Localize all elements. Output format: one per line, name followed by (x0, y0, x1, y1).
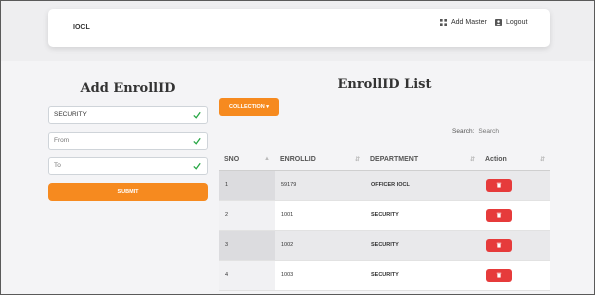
enrollid-list-title: EnrollID List (337, 77, 432, 92)
column-header-enrollid[interactable]: ENROLLID ⇵ (275, 149, 365, 171)
brand-logo[interactable]: IOCL (73, 24, 90, 31)
department-value: SECURITY (54, 111, 87, 118)
cell-enrollid: 59179 (275, 170, 365, 201)
delete-button[interactable] (486, 268, 512, 282)
column-header-sno[interactable]: SNO ▲ (219, 149, 275, 171)
cell-department: SECURITY (365, 230, 480, 261)
cell-enrollid: 1001 (275, 200, 365, 231)
delete-button[interactable] (486, 238, 512, 252)
trash-icon (496, 242, 502, 248)
trash-icon (496, 212, 502, 218)
sort-icon: ⇵ (354, 157, 360, 163)
sort-asc-icon: ▲ (264, 156, 270, 162)
cell-action (480, 170, 550, 201)
column-header-department[interactable]: DEPARTMENT ⇵ (365, 149, 480, 171)
check-icon (193, 137, 201, 145)
grid-icon (440, 19, 447, 26)
cell-action (480, 230, 550, 261)
column-header-action[interactable]: Action ⇵ (480, 149, 550, 171)
add-master-label: Add Master (451, 19, 487, 26)
from-placeholder: From (54, 137, 70, 144)
to-placeholder: To (54, 162, 61, 169)
cell-sno: 4 (219, 260, 275, 291)
cell-department: SECURITY (365, 260, 480, 291)
add-master-link[interactable]: Add Master (440, 19, 487, 26)
logout-link[interactable]: Logout (495, 19, 527, 26)
trash-icon (496, 182, 502, 188)
table-header-row: SNO ▲ ENROLLID ⇵ DEPARTMENT ⇵ Action ⇵ (219, 149, 550, 171)
navbar: IOCL Add Master Logout (48, 9, 550, 47)
delete-button[interactable] (486, 178, 512, 192)
cell-action (480, 260, 550, 291)
user-box-icon (495, 19, 502, 26)
enrollid-table: SNO ▲ ENROLLID ⇵ DEPARTMENT ⇵ Action ⇵ 1… (219, 149, 550, 291)
table-row: 4 1003 SECURITY (219, 260, 550, 291)
cell-sno: 2 (219, 200, 275, 231)
cell-action (480, 200, 550, 231)
cell-enrollid: 1002 (275, 230, 365, 261)
trash-icon (496, 272, 502, 278)
to-field[interactable]: To (48, 157, 208, 175)
table-row: 3 1002 SECURITY (219, 230, 550, 261)
search-label: Search: (452, 128, 475, 135)
check-icon (193, 111, 201, 119)
cell-sno: 1 (219, 170, 275, 201)
cell-department: OFFICER IOCL (365, 170, 480, 201)
table-row: 2 1001 SECURITY (219, 200, 550, 231)
submit-button[interactable]: SUBMIT (48, 183, 208, 201)
search-input[interactable] (478, 128, 529, 135)
from-field[interactable]: From (48, 132, 208, 150)
logout-label: Logout (506, 19, 528, 26)
sort-icon: ⇵ (539, 157, 545, 163)
add-enrollid-title: Add EnrollID (80, 81, 176, 96)
cell-enrollid: 1003 (275, 260, 365, 291)
collection-dropdown-button[interactable]: COLLECTION ▾ (219, 98, 279, 116)
department-field[interactable]: SECURITY (48, 106, 208, 124)
delete-button[interactable] (486, 208, 512, 222)
search-box: Search: (452, 128, 529, 135)
check-icon (193, 162, 201, 170)
cell-sno: 3 (219, 230, 275, 261)
sort-icon: ⇵ (469, 157, 475, 163)
table-row: 1 59179 OFFICER IOCL (219, 170, 550, 201)
cell-department: SECURITY (365, 200, 480, 231)
